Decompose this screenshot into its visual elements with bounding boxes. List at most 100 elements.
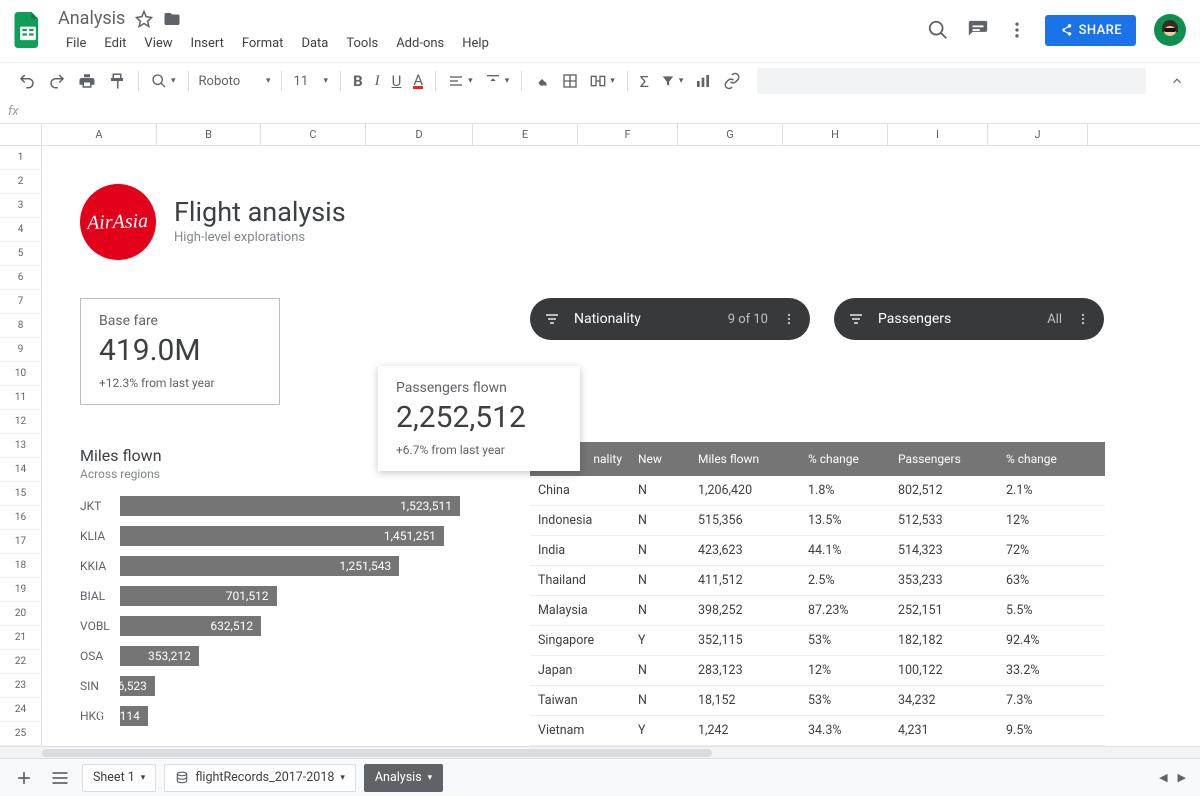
chart-icon[interactable]: [689, 69, 717, 93]
redo-icon[interactable]: [42, 68, 72, 94]
sheets-logo[interactable]: [8, 10, 48, 50]
functions-icon[interactable]: Σ: [634, 68, 655, 95]
column-header[interactable]: F: [578, 124, 678, 145]
row-header[interactable]: 15: [0, 482, 41, 506]
row-header[interactable]: 7: [0, 290, 41, 314]
sheet-canvas[interactable]: AirAsia Flight analysis High-level explo…: [42, 146, 1200, 746]
column-header[interactable]: G: [678, 124, 783, 145]
horizontal-scrollbar[interactable]: [0, 746, 1200, 758]
menu-edit[interactable]: Edit: [96, 32, 134, 55]
tabs-scroll-left-icon[interactable]: ◀: [1159, 771, 1167, 784]
menu-insert[interactable]: Insert: [183, 32, 232, 55]
menu-data[interactable]: Data: [293, 32, 336, 55]
row-header[interactable]: 10: [0, 362, 41, 386]
menu-tools[interactable]: Tools: [338, 32, 386, 55]
doc-title[interactable]: Analysis: [58, 8, 125, 29]
kpi-passengers-flown[interactable]: Passengers flown 2,252,512 +6.7% from la…: [378, 366, 580, 471]
align-icon[interactable]: [442, 69, 479, 93]
table-cell: 9.5%: [998, 723, 1088, 738]
table-row: JapanN283,12312%100,12233.2%: [530, 656, 1105, 686]
row-header[interactable]: 19: [0, 578, 41, 602]
table-row: IndonesiaN515,35613.5%512,53312%: [530, 506, 1105, 536]
font-select[interactable]: Roboto▾: [195, 74, 275, 89]
print-icon[interactable]: [72, 68, 102, 94]
table-cell: 12%: [998, 513, 1088, 528]
row-header[interactable]: 3: [0, 194, 41, 218]
row-header[interactable]: 8: [0, 314, 41, 338]
row-header[interactable]: 16: [0, 506, 41, 530]
column-header[interactable]: H: [783, 124, 888, 145]
paint-format-icon[interactable]: [102, 68, 132, 94]
menu-view[interactable]: View: [136, 32, 180, 55]
filter-menu-icon[interactable]: [782, 312, 796, 326]
tabs-scroll-right-icon[interactable]: ▶: [1178, 771, 1186, 784]
menu-add-ons[interactable]: Add-ons: [388, 32, 452, 55]
column-header[interactable]: I: [888, 124, 988, 145]
column-header[interactable]: C: [261, 124, 366, 145]
row-header[interactable]: 11: [0, 386, 41, 410]
filter-nationality[interactable]: Nationality 9 of 10: [530, 298, 810, 340]
table-cell: Vietnam: [530, 723, 630, 738]
menu-file[interactable]: File: [58, 32, 94, 55]
row-header[interactable]: 21: [0, 626, 41, 650]
column-header[interactable]: B: [157, 124, 261, 145]
link-icon[interactable]: [717, 68, 747, 94]
text-color-icon[interactable]: A: [407, 70, 429, 93]
column-header[interactable]: E: [473, 124, 578, 145]
column-header[interactable]: A: [42, 124, 157, 145]
select-all-corner[interactable]: [0, 124, 42, 145]
tab-data-source[interactable]: flightRecords_2017-2018▾: [164, 764, 356, 792]
zoom-dropdown[interactable]: [145, 69, 182, 93]
font-size[interactable]: 11: [288, 70, 318, 93]
folder-icon[interactable]: [163, 10, 181, 28]
row-header[interactable]: 22: [0, 650, 41, 674]
underline-icon[interactable]: U: [386, 68, 408, 94]
table-row: VietnamY1,24234.3%4,2319.5%: [530, 716, 1105, 746]
search-icon[interactable]: [927, 19, 949, 41]
row-header[interactable]: 17: [0, 530, 41, 554]
formula-bar[interactable]: fx: [0, 100, 1200, 124]
share-button[interactable]: SHARE: [1045, 15, 1136, 46]
bar-label: OSA: [80, 649, 120, 663]
avatar[interactable]: [1154, 14, 1186, 46]
row-header[interactable]: 4: [0, 218, 41, 242]
row-header[interactable]: 1: [0, 146, 41, 170]
filter-passengers[interactable]: Passengers All: [834, 298, 1104, 340]
filter-icon[interactable]: [655, 70, 690, 92]
valign-icon[interactable]: [479, 69, 516, 93]
tab-sheet1[interactable]: Sheet 1▾: [82, 764, 156, 792]
row-header[interactable]: 9: [0, 338, 41, 362]
row-header[interactable]: 5: [0, 242, 41, 266]
kpi-label: Base fare: [99, 313, 261, 329]
font-size-dd[interactable]: ▾: [318, 72, 335, 90]
all-sheets-icon[interactable]: [46, 764, 74, 792]
row-header[interactable]: 20: [0, 602, 41, 626]
column-header[interactable]: D: [366, 124, 473, 145]
fill-color-icon[interactable]: [528, 69, 556, 93]
add-sheet-icon[interactable]: [10, 764, 38, 792]
italic-icon[interactable]: I: [369, 69, 386, 94]
filter-menu-icon[interactable]: [1076, 312, 1090, 326]
star-icon[interactable]: [135, 10, 153, 28]
comment-icon[interactable]: [967, 19, 989, 41]
menu-format[interactable]: Format: [234, 32, 292, 55]
row-header[interactable]: 25: [0, 722, 41, 746]
tab-analysis[interactable]: Analysis▾: [364, 764, 443, 792]
menu-help[interactable]: Help: [454, 32, 497, 55]
row-header[interactable]: 14: [0, 458, 41, 482]
more-icon[interactable]: [1007, 20, 1027, 40]
brand-logo: AirAsia: [80, 184, 156, 260]
row-header[interactable]: 24: [0, 698, 41, 722]
undo-icon[interactable]: [12, 68, 42, 94]
bold-icon[interactable]: B: [347, 68, 369, 94]
row-header[interactable]: 2: [0, 170, 41, 194]
column-header[interactable]: J: [988, 124, 1088, 145]
row-header[interactable]: 6: [0, 266, 41, 290]
merge-icon[interactable]: [584, 69, 621, 93]
row-header[interactable]: 13: [0, 434, 41, 458]
row-header[interactable]: 23: [0, 674, 41, 698]
row-header[interactable]: 18: [0, 554, 41, 578]
collapse-toolbar-icon[interactable]: [1170, 74, 1184, 88]
row-header[interactable]: 12: [0, 410, 41, 434]
borders-icon[interactable]: [556, 69, 584, 93]
